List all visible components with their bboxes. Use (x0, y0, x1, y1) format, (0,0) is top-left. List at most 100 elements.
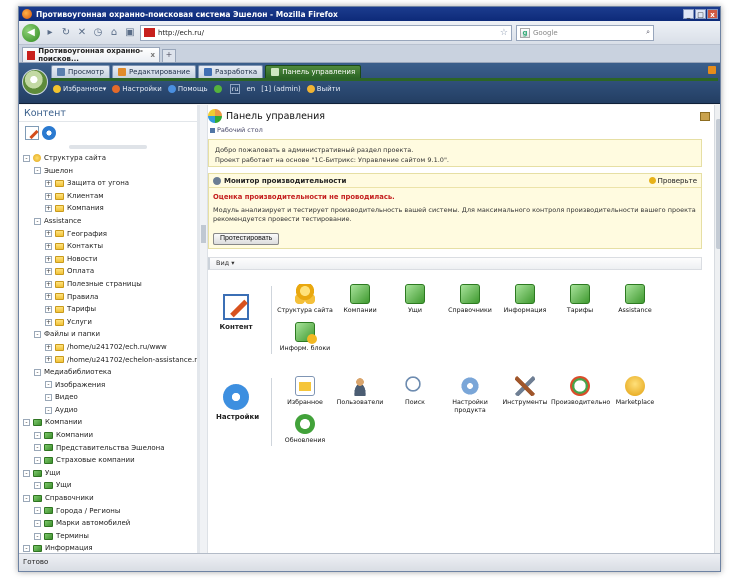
panel-item[interactable]: Marketplace (606, 376, 664, 407)
panel-item[interactable]: Ущи (386, 284, 444, 315)
new-tab-button[interactable]: + (162, 49, 176, 62)
expand-icon[interactable]: + (45, 179, 52, 187)
panel-item[interactable]: Тарифы (551, 284, 609, 315)
addon-icon[interactable]: ▣ (124, 27, 136, 39)
expand-icon[interactable]: + (45, 280, 52, 288)
tree-item[interactable]: + Клиентам (19, 190, 197, 203)
panel-item[interactable]: Поиск (386, 376, 444, 407)
collapse-icon[interactable]: - (34, 444, 41, 452)
breadcrumb-desktop[interactable]: Рабочий стол (217, 126, 263, 134)
collapse-icon[interactable]: - (45, 381, 52, 389)
lang-ru[interactable]: ru (229, 84, 241, 94)
expand-icon[interactable]: + (45, 293, 52, 301)
tree-item[interactable]: + /home/u241702/ech.ru/www (19, 341, 197, 354)
tree-item[interactable]: - Представительства Эшелона (19, 442, 197, 455)
print-icon[interactable] (700, 111, 710, 121)
url-bar[interactable]: http://ech.ru/ ☆ (140, 24, 512, 41)
tree-item[interactable]: - Ущи (19, 467, 197, 480)
tree-item[interactable]: - Марки автомобилей (19, 517, 197, 530)
home-icon[interactable]: ⌂ (108, 27, 120, 39)
expand-icon[interactable]: + (45, 318, 52, 326)
tree-item[interactable]: + Оплата (19, 265, 197, 278)
tree-item[interactable]: - Медиабиблиотека (19, 366, 197, 379)
help-link[interactable]: Помощь (167, 85, 208, 93)
panel-item[interactable]: Информация (496, 284, 554, 315)
sidebar-grip[interactable] (69, 145, 147, 149)
collapse-icon[interactable]: - (45, 406, 52, 414)
close-button[interactable]: x (707, 9, 718, 19)
collapse-icon[interactable]: - (23, 469, 30, 477)
tree-item[interactable]: - Видео (19, 391, 197, 404)
tree-item[interactable]: - Города / Регионы (19, 505, 197, 518)
tree-item[interactable]: + Контакты (19, 240, 197, 253)
scroll-thumb[interactable] (716, 119, 720, 249)
tree-item[interactable]: - Эшелон (19, 165, 197, 178)
collapse-icon[interactable]: - (34, 331, 41, 339)
history-icon[interactable]: ◷ (92, 27, 104, 39)
tree-item[interactable]: - Термины (19, 530, 197, 543)
tree-item[interactable]: - Справочники (19, 492, 197, 505)
tree-item[interactable]: + Полезные страницы (19, 278, 197, 291)
expand-icon[interactable]: + (45, 268, 52, 276)
collapse-icon[interactable]: - (23, 494, 30, 502)
collapse-icon[interactable]: - (34, 482, 41, 490)
collapse-icon[interactable]: - (34, 431, 41, 439)
panel-item[interactable]: Компании (331, 284, 389, 315)
collapse-icon[interactable]: - (34, 507, 41, 515)
expand-icon[interactable]: + (45, 192, 52, 200)
reload-icon[interactable]: ↻ (60, 27, 72, 39)
tree-item[interactable]: - Компании (19, 429, 197, 442)
panel-item[interactable]: Пользователи (331, 376, 389, 407)
tree-item[interactable]: - Компании (19, 416, 197, 429)
tree-item[interactable]: - Ущи (19, 479, 197, 492)
collapse-icon[interactable]: - (34, 167, 41, 175)
view-menu[interactable]: Вид ▾ (208, 257, 702, 270)
tree-item[interactable]: - Изображения (19, 379, 197, 392)
panel-item[interactable]: Инструменты (496, 376, 554, 407)
tree-item[interactable]: - Страховые компании (19, 454, 197, 467)
panel-item[interactable]: Настройки продукта (441, 376, 499, 414)
collapse-icon[interactable]: - (23, 545, 30, 553)
panel-item[interactable]: Информ. блоки (276, 322, 334, 353)
tree-item[interactable]: + Защита от угона (19, 177, 197, 190)
panel-item[interactable]: Обновления (276, 414, 334, 445)
tree-item[interactable]: + /home/u241702/echelon-assistance.ru/www (19, 354, 197, 367)
collapse-icon[interactable]: - (34, 532, 41, 540)
user-link[interactable]: [1] (admin) (261, 85, 301, 93)
expand-icon[interactable]: + (45, 255, 52, 263)
google-icon[interactable]: g (520, 27, 530, 38)
bookmark-star-icon[interactable]: ☆ (500, 28, 508, 38)
logout-link[interactable]: Выйти (306, 85, 340, 93)
content-section-label[interactable]: Контент (216, 294, 256, 331)
browser-tab[interactable]: Противоугонная охранно-поисков... x (22, 47, 160, 63)
settings-mode-icon[interactable] (42, 126, 56, 140)
search-box[interactable]: g Google ⌕ (516, 24, 654, 41)
tab-close-icon[interactable]: x (150, 51, 155, 59)
collapse-icon[interactable]: - (34, 457, 41, 465)
tree-item[interactable]: - Assistance (19, 215, 197, 228)
panel-item[interactable]: Assistance (606, 284, 664, 315)
check-link[interactable]: Проверьте (648, 177, 697, 185)
stop-icon[interactable]: ✕ (76, 27, 88, 39)
tree-item[interactable]: + Правила (19, 291, 197, 304)
panel-item[interactable]: Справочники (441, 284, 499, 315)
panel-item[interactable]: Избранное (276, 376, 334, 407)
panel-item[interactable]: Производительно (551, 376, 610, 407)
expand-icon[interactable]: + (45, 242, 52, 250)
main-scrollbar[interactable] (714, 105, 720, 555)
expand-icon[interactable]: + (45, 305, 52, 313)
collapse-icon[interactable]: - (45, 394, 52, 402)
expand-icon[interactable]: + (45, 230, 52, 238)
tree-item[interactable]: + Тарифы (19, 303, 197, 316)
forward-icon[interactable]: ▸ (44, 27, 56, 39)
tree-item[interactable]: + Компания (19, 202, 197, 215)
content-mode-icon[interactable] (25, 126, 39, 140)
panel-pin-icon[interactable] (708, 66, 716, 74)
test-button[interactable]: Протестировать (213, 233, 280, 245)
favorites-menu[interactable]: Избранное▾ (53, 85, 106, 93)
collapse-icon[interactable]: - (34, 520, 41, 528)
collapse-icon[interactable]: - (23, 419, 30, 427)
tab-view[interactable]: Просмотр (51, 65, 110, 79)
collapse-icon[interactable]: - (34, 368, 41, 376)
tree-item[interactable]: + Услуги (19, 316, 197, 329)
